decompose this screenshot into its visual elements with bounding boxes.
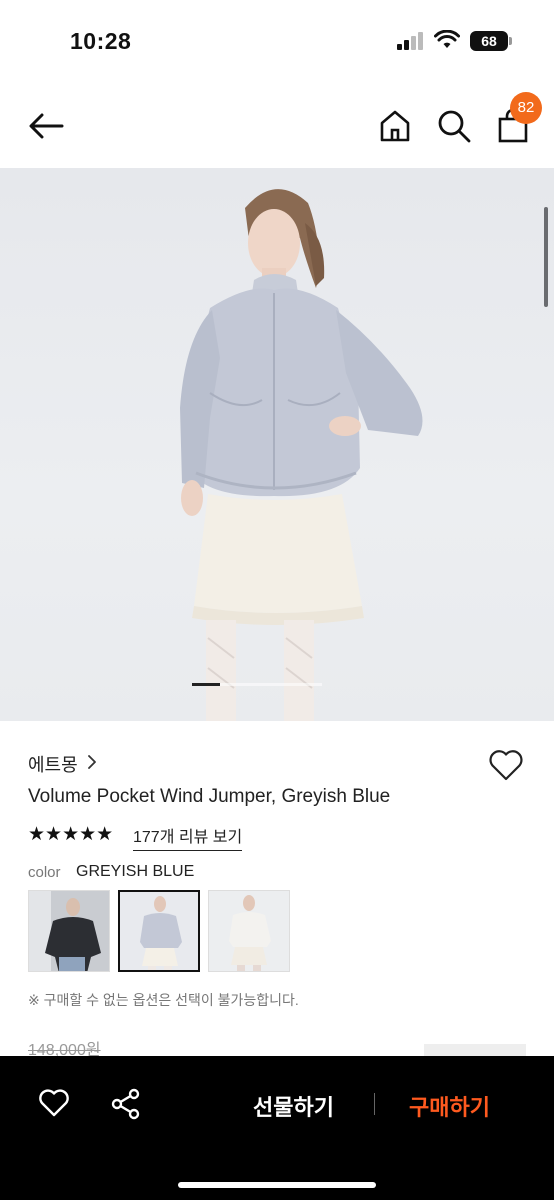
chevron-right-icon[interactable] — [87, 755, 97, 769]
color-value: GREYISH BLUE — [76, 863, 195, 880]
product-title: Volume Pocket Wind Jumper, Greyish Blue — [28, 786, 391, 807]
heart-icon[interactable] — [38, 1088, 70, 1118]
swatch-image — [209, 891, 289, 971]
gallery-indicator-active — [192, 683, 220, 686]
share-icon[interactable] — [110, 1088, 142, 1120]
color-swatch-greyish-blue[interactable] — [118, 890, 200, 972]
cart-count-badge[interactable]: 82 — [510, 92, 542, 124]
option-note: ※ 구매할 수 없는 옵션은 선택이 불가능합니다. — [28, 992, 299, 1008]
battery-icon: 68 — [470, 31, 512, 51]
buy-button[interactable]: 구매하기 — [409, 1090, 490, 1122]
wishlist-heart-icon[interactable] — [488, 748, 524, 782]
product-image-gallery[interactable] — [0, 168, 554, 721]
signal-icon — [397, 32, 423, 50]
swatch-image — [29, 891, 109, 971]
brand-link[interactable]: 에트몽 — [28, 751, 78, 777]
home-icon[interactable] — [378, 108, 412, 144]
color-swatch-black[interactable] — [28, 890, 110, 972]
gallery-indicator-track — [220, 683, 322, 686]
status-time: 10:28 — [70, 28, 132, 54]
gallery-pagination — [192, 683, 322, 687]
back-arrow-icon[interactable] — [26, 108, 66, 144]
wifi-icon — [434, 30, 460, 48]
review-link[interactable]: 177개 리뷰 보기 — [133, 823, 243, 851]
rating-stars: ★★★★★ — [28, 824, 114, 845]
home-indicator — [178, 1182, 376, 1188]
gift-button[interactable]: 선물하기 — [253, 1090, 334, 1122]
swatch-image — [120, 892, 198, 970]
bottom-action-bar — [0, 1056, 554, 1200]
status-bar: 10:28 68 — [0, 0, 554, 84]
bottom-divider — [374, 1093, 375, 1115]
nav-bar — [0, 84, 554, 168]
product-photo — [180, 189, 423, 721]
image-scrollbar[interactable] — [544, 207, 548, 307]
search-icon[interactable] — [436, 108, 472, 144]
color-label: color — [28, 864, 61, 881]
color-swatch-white[interactable] — [208, 890, 290, 972]
